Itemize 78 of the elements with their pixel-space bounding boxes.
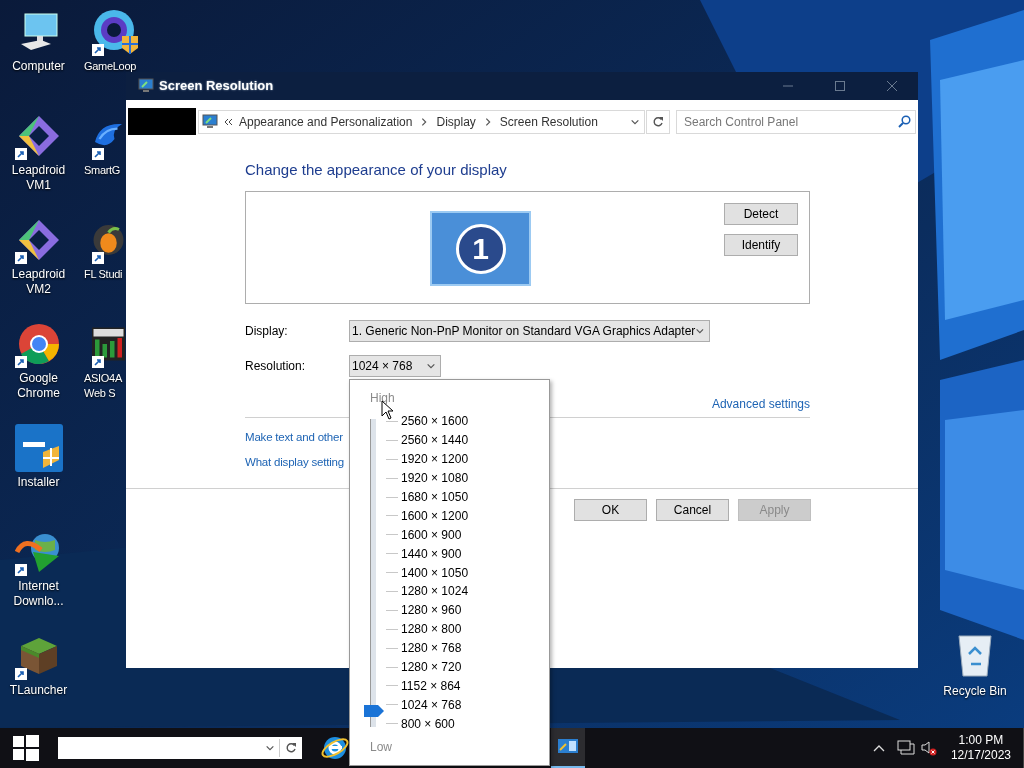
resolution-option-label: 1280 × 800 — [401, 621, 462, 639]
recycle-bin-icon[interactable] — [955, 632, 995, 678]
breadcrumb-item[interactable]: Display — [436, 112, 476, 131]
refresh-icon — [652, 115, 664, 128]
resolution-option-label: 1680 × 1050 — [401, 489, 469, 506]
slider-thumb[interactable] — [364, 705, 384, 718]
redaction-bar — [128, 108, 196, 135]
desktop-icon-label[interactable]: ASIO4A Web S — [84, 371, 122, 401]
display-settings-taskbar-icon[interactable] — [551, 728, 585, 768]
monitor-number: 1 — [455, 223, 506, 274]
help-link[interactable]: Make text and other — [245, 429, 343, 445]
search-input[interactable]: Search Control Panel — [684, 112, 898, 131]
search-field[interactable]: Search Control Panel — [676, 109, 916, 134]
clock-time[interactable]: 1:00 PM — [958, 733, 1004, 748]
resolution-option-label: 1280 × 960 — [401, 602, 462, 620]
resolution-option-label: 1280 × 768 — [401, 640, 462, 658]
window-title: Screen Resolution — [159, 77, 274, 96]
network-icon[interactable] — [896, 740, 915, 756]
refresh-button[interactable] — [646, 109, 670, 134]
desktop-icon-label[interactable]: FL Studi — [84, 267, 123, 282]
taskbar-address-field[interactable] — [58, 737, 302, 759]
field-label: Display: — [245, 323, 289, 340]
page-heading: Change the appearance of your display — [245, 161, 508, 179]
desktop-icon-label[interactable]: TLauncher — [9, 683, 68, 698]
muted-speaker-icon[interactable] — [920, 740, 937, 756]
desktop-icon-label[interactable]: GameLoop — [84, 59, 137, 74]
resolution-option-label: 1600 × 900 — [401, 526, 462, 544]
resolution-option-label: 2560 × 1440 — [401, 432, 469, 450]
dropdown-chevron-icon — [695, 326, 705, 336]
desktop-icon-label[interactable]: Leapdroid VM1 — [0, 163, 77, 193]
display-dropdown[interactable]: 1. Generic Non-PnP Monitor on Standard VGA Graphics Adapter — [349, 320, 710, 342]
resolution-option-label: 1280 × 1024 — [401, 583, 469, 601]
desktop-icon-label[interactable]: Internet Downlo... — [0, 579, 77, 609]
resolution-dropdown[interactable]: 1024 × 768 — [349, 355, 441, 377]
breadcrumb-item[interactable]: Screen Resolution — [499, 112, 598, 131]
preview-button[interactable]: Identify — [724, 234, 798, 256]
desktop-icon-label[interactable]: Recycle Bin — [943, 682, 1007, 700]
resolution-option-label: 1024 × 768 — [401, 696, 462, 714]
desktop-icon-label[interactable]: Installer — [17, 475, 60, 490]
control-panel-icon — [138, 78, 154, 94]
resolution-option-label: 1400 × 1050 — [401, 564, 469, 582]
low-label: Low — [370, 739, 392, 755]
monitor-thumbnail[interactable]: 1 — [430, 211, 531, 286]
dialog-button[interactable]: Cancel — [656, 499, 729, 521]
search-icon — [898, 115, 911, 128]
clock-date[interactable]: 12/17/2023 — [950, 748, 1011, 763]
resolution-option-label: 1920 × 1200 — [401, 451, 469, 469]
desktop-icon-label[interactable]: SmartG — [84, 163, 121, 178]
advanced-settings-link[interactable]: Advanced settings — [711, 395, 810, 411]
desktop-icon-label[interactable]: Computer — [12, 59, 65, 74]
resolution-option-label: 1920 × 1080 — [401, 470, 469, 488]
double-chevron-icon — [223, 116, 233, 127]
refresh-icon — [285, 742, 297, 754]
resolution-option-label: 1600 × 1200 — [401, 507, 469, 525]
clock[interactable]: 1:00 PM 12/17/2023 — [950, 733, 1011, 763]
breadcrumb-item[interactable]: Appearance and Personalization — [239, 112, 413, 131]
desktop-intel-icon[interactable] — [14, 424, 63, 472]
dropdown-chevron-icon — [426, 361, 436, 371]
windows-logo-icon — [13, 735, 39, 761]
resolution-option-label: 2560 × 1600 — [401, 413, 469, 431]
preview-button[interactable]: Detect — [724, 203, 798, 225]
dialog-button[interactable]: OK — [574, 499, 647, 521]
address-bar[interactable]: Appearance and Personalization Display Screen Resolution — [198, 109, 645, 134]
resolution-option-label: 1280 × 720 — [401, 659, 462, 676]
control-panel-icon — [202, 113, 218, 130]
close-icon — [887, 81, 897, 91]
resolution-option-label: 800 × 600 — [401, 715, 455, 733]
resolution-option-label: 1440 × 900 — [401, 545, 462, 563]
maximize-icon — [835, 81, 845, 91]
field-label: Resolution: — [245, 358, 307, 375]
dropdown-chevron-icon — [265, 743, 275, 753]
desktop-icon-label[interactable]: Google Chrome — [0, 371, 77, 401]
resolution-option-label: 1152 × 864 — [401, 677, 461, 695]
chevron-up-icon[interactable] — [872, 744, 885, 752]
desktop-icon-label[interactable]: Leapdroid VM2 — [0, 267, 77, 297]
high-label: High — [370, 390, 395, 405]
help-link[interactable]: What display setting — [245, 454, 344, 470]
desktop-gameloop-icon[interactable] — [92, 8, 140, 56]
